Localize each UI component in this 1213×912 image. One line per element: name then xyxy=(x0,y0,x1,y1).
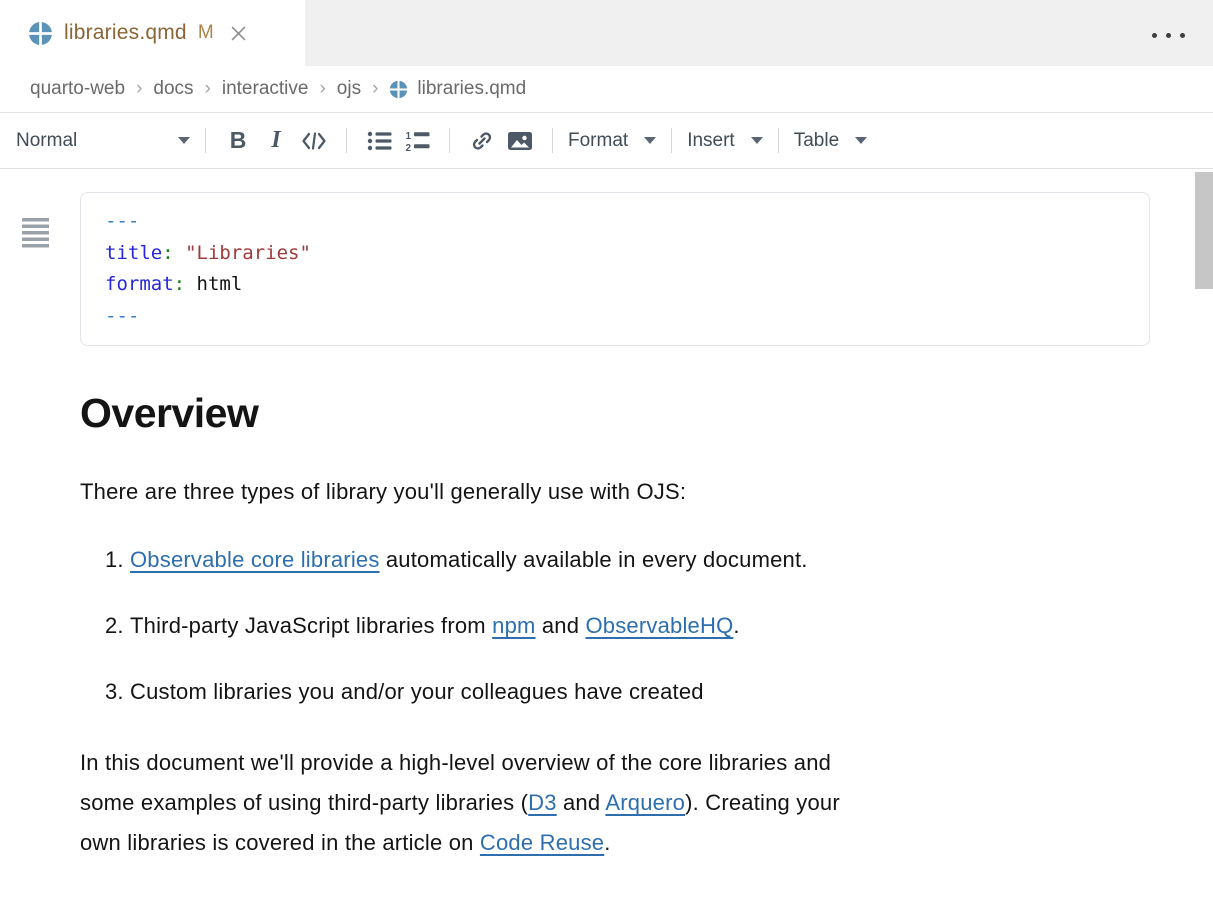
code-line: title: "Libraries" xyxy=(105,238,1125,270)
format-menu-label: Format xyxy=(568,130,628,152)
link-icon xyxy=(470,129,494,153)
breadcrumb-item-interactive[interactable]: interactive xyxy=(222,78,309,100)
chevron-down-icon xyxy=(644,137,656,144)
more-actions-icon[interactable] xyxy=(1150,29,1187,42)
breadcrumb-file-label: libraries.qmd xyxy=(417,78,526,100)
text-run: Custom libraries you and/or your colleag… xyxy=(130,679,704,704)
chevron-down-icon xyxy=(855,137,867,144)
tab-bar: libraries.qmd M xyxy=(0,0,1213,66)
bullet-list-icon xyxy=(367,130,392,152)
text-run: In this document we'll provide a high-le… xyxy=(80,750,831,775)
text-run: Third-party JavaScript libraries from xyxy=(130,613,492,638)
text-run: . xyxy=(604,830,610,855)
link-button[interactable] xyxy=(463,122,501,160)
paragraph-style-select[interactable]: Normal xyxy=(14,126,192,156)
svg-text:1: 1 xyxy=(405,131,411,142)
quarto-file-icon xyxy=(389,80,408,99)
yaml-token-colon: : xyxy=(174,273,185,295)
link-observablehq[interactable]: ObservableHQ xyxy=(585,613,733,638)
chevron-down-icon xyxy=(751,137,763,144)
chevron-down-icon xyxy=(178,137,190,144)
text-run: ). Creating your xyxy=(685,790,840,815)
block-drag-handle-icon[interactable] xyxy=(22,218,49,250)
chevron-right-icon: › xyxy=(136,78,142,100)
paragraph-line: some examples of using third-party libra… xyxy=(80,783,1133,823)
numbered-list-icon: 1 2 xyxy=(405,130,430,152)
toolbar-separator xyxy=(778,128,779,153)
text-run: some examples of using third-party libra… xyxy=(80,790,528,815)
toolbar-separator xyxy=(205,128,206,153)
yaml-token-colon: : xyxy=(162,242,173,264)
code-line: --- xyxy=(105,301,1125,333)
list-item: Third-party JavaScript libraries from np… xyxy=(130,611,1133,641)
yaml-token-val: html xyxy=(185,273,242,295)
paragraph-line: own libraries is covered in the article … xyxy=(80,823,1133,863)
code-line: format: html xyxy=(105,269,1125,301)
link-observable-core-libraries[interactable]: Observable core libraries xyxy=(130,547,380,572)
toolbar-separator xyxy=(346,128,347,153)
breadcrumb-item-file[interactable]: libraries.qmd xyxy=(389,78,526,100)
insert-menu-label: Insert xyxy=(687,130,735,152)
ellipsis-dot xyxy=(1152,33,1157,38)
text-run: . xyxy=(733,613,739,638)
link-code-reuse[interactable]: Code Reuse xyxy=(480,830,604,855)
toolbar-separator xyxy=(552,128,553,153)
scrollbar-thumb[interactable] xyxy=(1195,172,1213,289)
format-menu[interactable]: Format xyxy=(566,126,658,156)
text-run: and xyxy=(536,613,586,638)
code-icon xyxy=(301,130,327,152)
intro-paragraph: There are three types of library you'll … xyxy=(80,477,1133,507)
quarto-file-icon xyxy=(28,21,53,46)
text-run: own libraries is covered in the article … xyxy=(80,830,480,855)
breadcrumb-item-docs[interactable]: docs xyxy=(153,78,193,100)
yaml-token-key: title xyxy=(105,242,162,264)
modified-badge: M xyxy=(198,22,214,44)
close-tab-icon[interactable] xyxy=(229,24,248,43)
library-types-list: Observable core libraries automatically … xyxy=(80,545,1133,707)
insert-menu[interactable]: Insert xyxy=(685,126,765,156)
list-item: Observable core libraries automatically … xyxy=(130,545,1133,575)
link-d3[interactable]: D3 xyxy=(528,790,557,815)
heading-overview: Overview xyxy=(80,390,1133,437)
numbered-list-button[interactable]: 1 2 xyxy=(398,122,436,160)
yaml-token-key: format xyxy=(105,273,174,295)
document-editor[interactable]: ---title: "Libraries"format: html--- Ove… xyxy=(0,192,1213,912)
paragraph-style-value: Normal xyxy=(16,130,77,152)
chevron-right-icon: › xyxy=(319,78,325,100)
ellipsis-dot xyxy=(1166,33,1171,38)
image-icon xyxy=(507,130,533,152)
chevron-right-icon: › xyxy=(372,78,378,100)
ellipsis-dot xyxy=(1180,33,1185,38)
text-run: automatically available in every documen… xyxy=(380,547,808,572)
table-menu-label: Table xyxy=(794,130,839,152)
chevron-right-icon: › xyxy=(205,78,211,100)
paragraph-line: In this document we'll provide a high-le… xyxy=(80,743,1133,783)
link-arquero[interactable]: Arquero xyxy=(605,790,685,815)
outro-paragraph: In this document we'll provide a high-le… xyxy=(80,743,1133,863)
breadcrumb: quarto-web › docs › interactive › ojs › … xyxy=(0,66,1213,112)
list-item: Custom libraries you and/or your colleag… xyxy=(130,677,1133,707)
yaml-token-val xyxy=(174,242,185,264)
formatting-toolbar: Normal B I 1 2 xyxy=(0,112,1213,169)
italic-button[interactable]: I xyxy=(257,122,295,160)
tab-libraries-qmd[interactable]: libraries.qmd M xyxy=(0,0,305,66)
code-line: --- xyxy=(105,206,1125,238)
image-button[interactable] xyxy=(501,122,539,160)
yaml-token-str: "Libraries" xyxy=(185,242,311,264)
toolbar-separator xyxy=(449,128,450,153)
tab-title: libraries.qmd xyxy=(64,21,187,45)
yaml-front-matter-block[interactable]: ---title: "Libraries"format: html--- xyxy=(80,192,1150,346)
yaml-token-delim: --- xyxy=(105,305,139,327)
yaml-token-delim: --- xyxy=(105,210,139,232)
table-menu[interactable]: Table xyxy=(792,126,869,156)
link-npm[interactable]: npm xyxy=(492,613,535,638)
bold-button[interactable]: B xyxy=(219,122,257,160)
svg-text:2: 2 xyxy=(405,143,411,152)
bullet-list-button[interactable] xyxy=(360,122,398,160)
breadcrumb-item-ojs[interactable]: ojs xyxy=(337,78,361,100)
code-button[interactable] xyxy=(295,122,333,160)
toolbar-separator xyxy=(671,128,672,153)
text-run: and xyxy=(557,790,606,815)
breadcrumb-item-quarto-web[interactable]: quarto-web xyxy=(30,78,125,100)
